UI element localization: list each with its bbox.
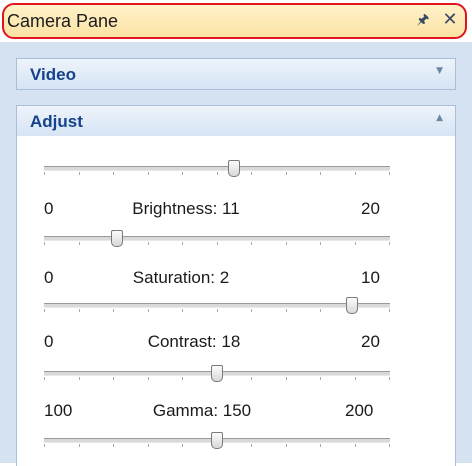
slider-tick	[44, 377, 45, 380]
slider-tick	[251, 309, 252, 312]
slider-tick	[217, 242, 218, 245]
contrast-min: 0	[44, 332, 54, 351]
slider-tick	[217, 309, 218, 312]
slider-tick	[217, 172, 218, 175]
slider-track-top[interactable]	[44, 166, 390, 175]
saturation-min: 0	[44, 268, 54, 287]
slider-tick	[355, 242, 356, 245]
gamma-label: Gamma: 150	[152, 401, 252, 420]
slider-thumb-top[interactable]	[228, 160, 240, 177]
brightness-min: 0	[44, 199, 54, 218]
adjust-group-label: Adjust	[30, 112, 83, 131]
slider-tick	[148, 377, 149, 380]
slider-tick	[389, 309, 390, 312]
slider-tick	[79, 309, 80, 312]
slider-tick	[251, 377, 252, 380]
brightness-max: 20	[361, 199, 380, 218]
slider-tick	[113, 309, 114, 312]
contrast-label: Contrast: 18	[147, 332, 241, 351]
slider-tick	[389, 172, 390, 175]
slider-tick	[182, 309, 183, 312]
slider-tick	[113, 172, 114, 175]
slider-thumb-bottom[interactable]	[211, 432, 223, 449]
close-icon[interactable]: ✕	[440, 9, 460, 31]
slider-tick	[355, 172, 356, 175]
slider-tick	[355, 444, 356, 447]
slider-tick	[79, 377, 80, 380]
slider-tick	[320, 444, 321, 447]
slider-tick	[148, 172, 149, 175]
slider-tick	[113, 444, 114, 447]
slider-tick	[182, 377, 183, 380]
saturation-max: 10	[361, 268, 380, 287]
video-group-header[interactable]: Video ▼	[16, 58, 456, 90]
slider-tick	[44, 172, 45, 175]
gamma-min: 100	[44, 401, 73, 420]
pane-title: Camera Pane	[7, 11, 119, 31]
slider-tick	[251, 444, 252, 447]
slider-tick	[286, 242, 287, 245]
slider-tick	[389, 242, 390, 245]
slider-tick	[286, 377, 287, 380]
slider-tick	[320, 309, 321, 312]
slider-tick	[286, 309, 287, 312]
slider-tick	[182, 172, 183, 175]
pin-icon[interactable]: 🖈︎	[415, 10, 431, 30]
slider-tick	[148, 309, 149, 312]
contrast-slider-track[interactable]	[44, 303, 390, 312]
saturation-label: Saturation: 2	[132, 268, 230, 287]
chevron-down-icon[interactable]: ▼	[436, 66, 443, 76]
slider-tick	[182, 444, 183, 447]
slider-tick	[286, 444, 287, 447]
slider-tick	[113, 377, 114, 380]
slider-tick	[79, 444, 80, 447]
chevron-up-icon[interactable]: ▲	[436, 113, 443, 123]
slider-tick	[355, 377, 356, 380]
slider-tick	[44, 309, 45, 312]
gamma-max: 200	[345, 401, 374, 420]
slider-tick	[320, 242, 321, 245]
slider-tick	[251, 172, 252, 175]
slider-tick	[79, 172, 80, 175]
slider-tick	[148, 242, 149, 245]
slider-tick	[44, 242, 45, 245]
slider-tick	[251, 242, 252, 245]
slider-tick	[320, 377, 321, 380]
camera-pane-titlebar: Camera Pane 🖈︎ ✕	[2, 3, 467, 39]
slider-tick	[389, 444, 390, 447]
contrast-slider-thumb[interactable]	[346, 297, 358, 314]
slider-tick	[389, 377, 390, 380]
saturation-slider-track[interactable]	[44, 236, 390, 245]
adjust-group-header[interactable]: Adjust ▲	[16, 105, 456, 137]
slider-tick	[320, 172, 321, 175]
brightness-label: Brightness: 11	[132, 199, 240, 218]
saturation-slider-thumb[interactable]	[111, 230, 123, 247]
slider-tick	[286, 172, 287, 175]
video-group-label: Video	[30, 65, 76, 84]
gamma-slider-thumb[interactable]	[211, 365, 223, 382]
slider-tick	[44, 444, 45, 447]
contrast-max: 20	[361, 332, 380, 351]
slider-tick	[182, 242, 183, 245]
slider-tick	[148, 444, 149, 447]
slider-tick	[79, 242, 80, 245]
